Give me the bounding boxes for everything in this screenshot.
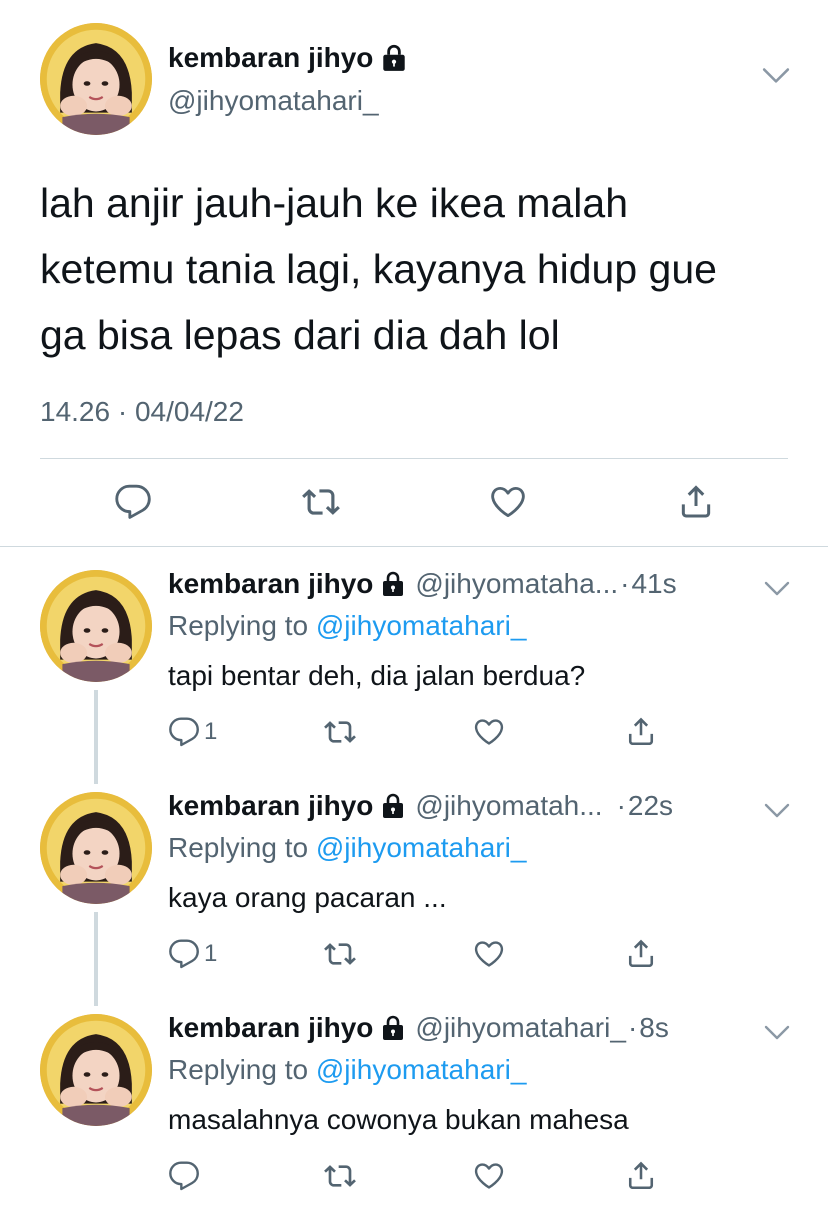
share-button[interactable] bbox=[624, 1158, 658, 1192]
heart-icon bbox=[472, 1160, 506, 1192]
display-name[interactable]: kembaran jihyo bbox=[168, 790, 373, 822]
retweet-icon bbox=[322, 1160, 358, 1192]
lock-icon bbox=[381, 792, 405, 820]
mention-link[interactable]: @jihyomatahari_ bbox=[316, 610, 527, 641]
lock-icon bbox=[381, 1014, 405, 1042]
reply-time[interactable]: 22s bbox=[628, 790, 673, 822]
heart-icon bbox=[488, 483, 528, 521]
reply-count: 1 bbox=[204, 718, 218, 745]
speech-bubble-icon bbox=[168, 1160, 200, 1192]
reply-header: kembaran jihyo @jihyomatahari_ · 8s bbox=[168, 1012, 669, 1044]
reply-count: 1 bbox=[204, 940, 218, 967]
like-button[interactable] bbox=[472, 716, 506, 748]
like-button[interactable] bbox=[472, 938, 506, 970]
separator-dot: · bbox=[627, 1012, 638, 1043]
reply-button[interactable]: 1 bbox=[168, 938, 217, 970]
author-handle[interactable]: @jihyomatahari_ bbox=[415, 1012, 626, 1044]
like-button[interactable] bbox=[488, 483, 528, 521]
retweet-button[interactable] bbox=[322, 1160, 358, 1192]
separator-dot: · bbox=[616, 790, 626, 821]
profile-photo bbox=[40, 1014, 152, 1126]
reply-time[interactable]: 8s bbox=[639, 1012, 669, 1044]
retweet-button[interactable] bbox=[300, 483, 342, 521]
author-handle[interactable]: @jihyomatahari_ bbox=[168, 85, 379, 117]
replying-to: Replying to @jihyomatahari_ bbox=[168, 1054, 526, 1086]
replying-prefix: Replying to bbox=[168, 1054, 309, 1085]
reply-text: masalahnya cowonya bukan mahesa bbox=[168, 1104, 629, 1135]
display-name[interactable]: kembaran jihyo bbox=[168, 568, 373, 600]
chevron-down-icon[interactable] bbox=[764, 580, 790, 598]
retweet-icon bbox=[322, 716, 358, 748]
divider bbox=[0, 546, 828, 547]
avatar[interactable] bbox=[40, 23, 152, 135]
mention-link[interactable]: @jihyomatahari_ bbox=[316, 1054, 527, 1085]
lock-icon bbox=[381, 43, 407, 73]
avatar[interactable] bbox=[40, 792, 152, 904]
share-button[interactable] bbox=[624, 936, 658, 970]
thread-line bbox=[94, 690, 98, 784]
replying-prefix: Replying to bbox=[168, 610, 309, 641]
mention-link[interactable]: @jihyomatahari_ bbox=[316, 832, 527, 863]
tweet-text-line: lah anjir jauh-jauh ke ikea malah bbox=[40, 180, 629, 226]
chevron-down-icon[interactable] bbox=[762, 66, 790, 86]
share-button[interactable] bbox=[676, 481, 716, 521]
reply-header: kembaran jihyo @jihyomataha... · 41s bbox=[168, 568, 677, 600]
heart-icon bbox=[472, 716, 506, 748]
separator-dot: · bbox=[620, 568, 630, 599]
heart-icon bbox=[472, 938, 506, 970]
speech-bubble-icon bbox=[114, 483, 152, 521]
profile-photo bbox=[40, 792, 152, 904]
retweet-icon bbox=[322, 938, 358, 970]
reply-button[interactable]: 1 bbox=[168, 716, 217, 748]
lock-icon bbox=[381, 570, 405, 598]
share-icon bbox=[624, 936, 658, 970]
reply-button[interactable] bbox=[114, 483, 152, 521]
retweet-button[interactable] bbox=[322, 716, 358, 748]
profile-photo bbox=[40, 570, 152, 682]
author-handle[interactable]: @jihyomatah... bbox=[415, 790, 602, 822]
tweet-text: lah anjir jauh-jauh ke ikea malah ketemu… bbox=[40, 170, 800, 368]
share-button[interactable] bbox=[624, 714, 658, 748]
share-icon bbox=[624, 714, 658, 748]
replying-to: Replying to @jihyomatahari_ bbox=[168, 610, 526, 642]
reply-header: kembaran jihyo @jihyomatah... · 22s bbox=[168, 790, 673, 822]
tweet-text-line: ketemu tania lagi, kayanya hidup gue bbox=[40, 246, 717, 292]
display-name[interactable]: kembaran jihyo bbox=[168, 42, 373, 74]
avatar[interactable] bbox=[40, 570, 152, 682]
retweet-button[interactable] bbox=[322, 938, 358, 970]
speech-bubble-icon bbox=[168, 938, 200, 970]
profile-photo bbox=[40, 23, 152, 135]
tweet-text-line: ga bisa lepas dari dia dah lol bbox=[40, 312, 560, 358]
like-button[interactable] bbox=[472, 1160, 506, 1192]
reply-text: tapi bentar deh, dia jalan berdua? bbox=[168, 660, 586, 691]
retweet-icon bbox=[300, 483, 342, 521]
thread-line bbox=[94, 912, 98, 1006]
replying-to: Replying to @jihyomatahari_ bbox=[168, 832, 526, 864]
speech-bubble-icon bbox=[168, 716, 200, 748]
replying-prefix: Replying to bbox=[168, 832, 309, 863]
reply-text: kaya orang pacaran ... bbox=[168, 882, 447, 913]
author-handle[interactable]: @jihyomataha... bbox=[415, 568, 618, 600]
display-name[interactable]: kembaran jihyo bbox=[168, 1012, 373, 1044]
tweet-timestamp[interactable]: 14.26 · 04/04/22 bbox=[40, 396, 244, 428]
author-name-row[interactable]: kembaran jihyo bbox=[168, 42, 407, 74]
reply-time[interactable]: 41s bbox=[631, 568, 676, 600]
chevron-down-icon[interactable] bbox=[764, 802, 790, 820]
avatar[interactable] bbox=[40, 1014, 152, 1126]
divider bbox=[40, 458, 788, 459]
share-icon bbox=[676, 481, 716, 521]
reply-button[interactable] bbox=[168, 1160, 204, 1192]
share-icon bbox=[624, 1158, 658, 1192]
chevron-down-icon[interactable] bbox=[764, 1024, 790, 1042]
